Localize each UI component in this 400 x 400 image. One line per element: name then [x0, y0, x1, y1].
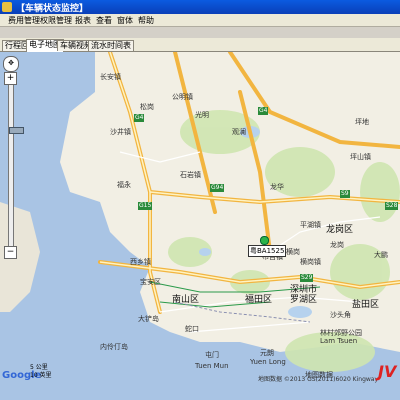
place-label: 屯门	[205, 351, 219, 359]
place-label: 南山区	[172, 295, 200, 305]
zoom-in-button[interactable]: +	[4, 72, 17, 85]
pan-control-icon[interactable]: ✥	[3, 56, 19, 72]
place-label: 坪山镇	[350, 153, 371, 161]
place-label: 蛇口	[185, 325, 199, 333]
highway-shield: G4	[258, 107, 269, 115]
menu-help[interactable]: 帮助	[138, 15, 154, 26]
highway-shield: G94	[210, 184, 225, 192]
map-view[interactable]: 长安镇 沙井镇 松岗 公明镇 光明 福永 石岩镇 观澜 龙华 龙岗区 坪山镇 坪…	[0, 52, 400, 400]
place-label: Yuen Long	[250, 358, 286, 366]
place-label: 观澜	[232, 128, 246, 136]
tab-timeline[interactable]: 流水时间表	[88, 40, 134, 51]
place-label: 林村郊野公园	[320, 329, 362, 337]
place-label: 长安镇	[100, 73, 121, 81]
highway-shield: S29	[300, 274, 314, 282]
place-label: 光明	[195, 111, 209, 119]
place-label: 大鹏	[374, 251, 388, 259]
place-label: 公明镇	[172, 93, 193, 101]
place-label: 西乡镇	[130, 258, 151, 266]
place-label: 元朗	[260, 349, 274, 357]
highway-shield: S28	[385, 202, 399, 210]
place-label: 石岩镇	[180, 171, 201, 179]
zoom-thumb[interactable]	[9, 127, 24, 134]
place-label: 福田区	[245, 295, 273, 305]
title-bar: 【车辆状态监控】	[0, 0, 400, 14]
scale-mi: 10 英里	[30, 372, 52, 379]
place-label: 松岗	[140, 103, 154, 111]
place-label: 坪地	[355, 118, 369, 126]
map-copyright: 地图数据 ©2013 GS(2011)6020 Kingway	[258, 376, 379, 383]
place-label: Lam Tsuen	[320, 337, 358, 345]
place-label: 龙华	[270, 183, 284, 191]
window-title: 【车辆状态监控】	[16, 4, 89, 14]
app-icon	[2, 2, 12, 12]
menu-report[interactable]: 报表	[75, 15, 91, 26]
menu-bar: 费用管理 权限管理 报表 查看 窗体 帮助	[0, 14, 400, 27]
place-label: 沙井镇	[110, 128, 131, 136]
place-label: 福永	[117, 181, 131, 189]
menu-fee[interactable]: 费用管理	[8, 15, 40, 26]
tab-strip: 行程回放 电子地图 车辆视频 流水时间表	[0, 38, 400, 52]
vehicle-plate-label: 粤BA1525	[248, 245, 287, 257]
highway-shield: G4	[134, 114, 145, 122]
menu-window[interactable]: 窗体	[117, 15, 133, 26]
place-label: 沙头角	[330, 311, 351, 319]
place-label: 宝安区	[140, 278, 161, 286]
place-label: 平湖镇	[300, 221, 321, 229]
place-label: 横岗镇	[300, 258, 321, 266]
zoom-slider[interactable]	[8, 76, 24, 256]
place-label: 龙岗	[330, 241, 344, 249]
place-label: 内伶仃岛	[100, 343, 128, 351]
place-label: Tuen Mun	[195, 362, 229, 370]
zoom-out-button[interactable]: −	[4, 246, 17, 259]
brand-logo: JV	[378, 362, 397, 381]
menu-view[interactable]: 查看	[96, 15, 112, 26]
menu-permission[interactable]: 权限管理	[40, 15, 72, 26]
place-label: 龙岗区	[326, 225, 354, 235]
highway-shield: G15	[138, 202, 153, 210]
place-label: 盐田区	[352, 300, 380, 310]
place-label: 深圳市	[290, 285, 318, 295]
place-label: 大铲岛	[138, 315, 159, 323]
highway-shield: S9	[340, 190, 350, 198]
place-label: 横岗	[286, 248, 300, 256]
vehicle-dot-icon[interactable]	[260, 236, 269, 245]
